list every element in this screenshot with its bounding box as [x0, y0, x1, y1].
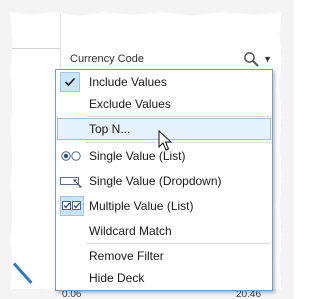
header-icons: ▼: [243, 51, 272, 67]
menu-item-wildcard-match[interactable]: Wildcard Match: [57, 220, 271, 242]
menu-item-label: Remove Filter: [89, 249, 164, 263]
menu-item-multiple-value-list[interactable]: Multiple Value (List): [57, 195, 271, 217]
menu-item-label: Exclude Values: [89, 97, 171, 111]
filter-context-menu: Include Values Exclude Values Top N... S…: [55, 69, 273, 291]
menu-item-include-values[interactable]: Include Values: [57, 71, 271, 93]
filter-card-header: Currency Code ▼: [64, 48, 274, 70]
menu-item-single-value-dropdown[interactable]: Single Value (Dropdown): [57, 170, 271, 192]
menu-item-label: Wildcard Match: [89, 224, 172, 238]
menu-item-exclude-values[interactable]: Exclude Values: [57, 93, 271, 115]
menu-item-label: Top N...: [89, 122, 131, 136]
filter-title: Currency Code: [70, 53, 144, 65]
menu-item-hide-deck[interactable]: Hide Deck: [57, 267, 271, 289]
checkmark-icon: [60, 72, 80, 92]
dropdown-list-icon: [60, 172, 84, 190]
menu-separator: [86, 142, 270, 143]
search-icon[interactable]: [243, 51, 259, 67]
radio-list-icon: [60, 147, 84, 165]
mouse-cursor-icon: [158, 129, 174, 157]
menu-item-label: Include Values: [89, 75, 167, 89]
multi-check-icon: [60, 196, 84, 216]
menu-separator: [86, 116, 270, 117]
menu-item-label: Multiple Value (List): [89, 199, 194, 213]
menu-item-label: Hide Deck: [89, 271, 145, 285]
menu-item-label: Single Value (Dropdown): [89, 174, 222, 188]
menu-separator: [86, 243, 270, 244]
menu-item-remove-filter[interactable]: Remove Filter: [57, 245, 271, 267]
worksheet-area: [12, 48, 60, 289]
chevron-down-icon[interactable]: ▼: [263, 54, 272, 64]
